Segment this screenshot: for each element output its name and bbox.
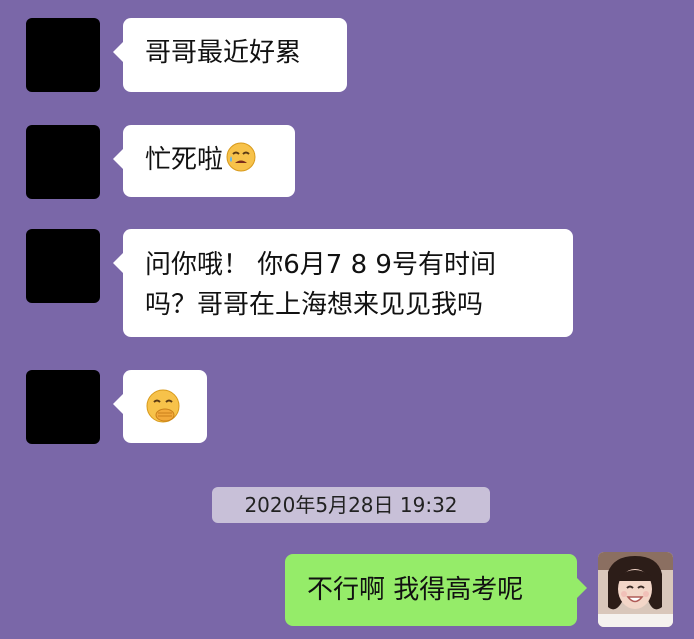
message-text-line: 吗？哥哥在上海想来见见我吗: [145, 290, 484, 320]
message-bubble[interactable]: 问你哦！ 你6月7 8 9号有时间 吗？哥哥在上海想来见见我吗: [113, 229, 573, 337]
my-message-bubble[interactable]: 不行啊 我得高考呢: [285, 554, 587, 626]
hand-over-mouth-emoji-icon: [146, 389, 180, 423]
message-bubble[interactable]: 忙死啦: [113, 125, 295, 197]
message-text: 不行啊 我得高考呢: [307, 575, 524, 605]
message-text-line: 问你哦！ 你6月7 8 9号有时间: [145, 250, 496, 280]
contact-avatar[interactable]: [26, 229, 100, 303]
message-bubble[interactable]: 哥哥最近好累: [113, 18, 347, 92]
message-timestamp: 2020年5月28日 19:32: [212, 487, 490, 523]
message-text: 哥哥最近好累: [145, 38, 302, 68]
my-avatar[interactable]: [598, 552, 673, 627]
tired-face-emoji-icon: [226, 142, 256, 172]
message-text: 忙死啦: [145, 145, 224, 175]
girl-avatar-icon: [598, 552, 673, 627]
contact-avatar[interactable]: [26, 125, 100, 199]
contact-avatar[interactable]: [26, 18, 100, 92]
contact-avatar[interactable]: [26, 370, 100, 444]
message-bubble[interactable]: [113, 370, 207, 443]
